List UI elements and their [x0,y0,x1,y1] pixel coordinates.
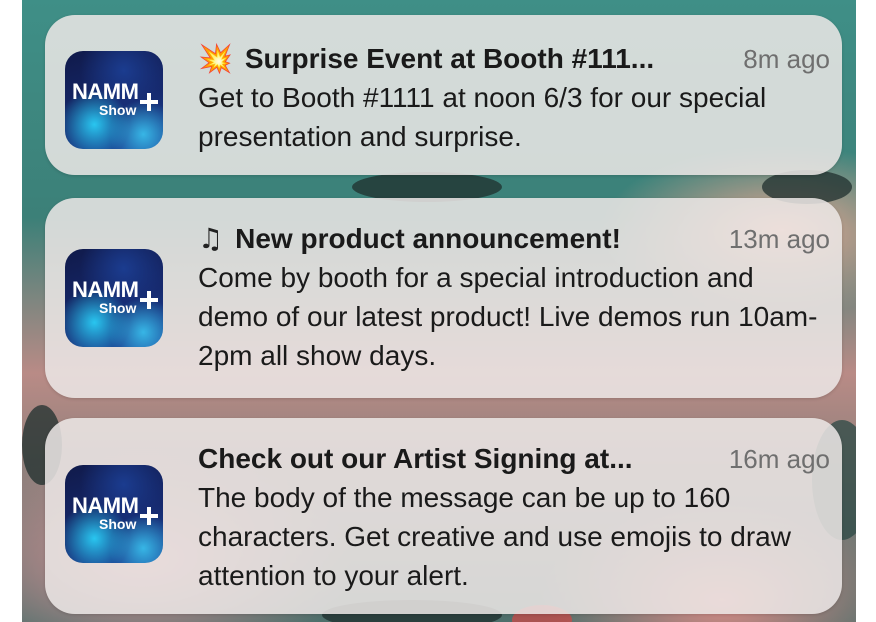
notification-title: Surprise Event at Booth #111... [244,43,655,74]
app-icon-word: NAMM [72,79,139,104]
app-icon-word: NAMM [72,493,139,518]
app-icon-sub: Show [99,300,137,316]
namm-show-app-icon: NAMM Show [65,51,163,149]
namm-show-app-icon: NAMM Show [65,249,163,347]
plus-icon [140,291,158,309]
notification-time: 13m ago [728,223,830,254]
notification-title: New product announcement! [235,223,621,254]
notification-header: ♫ New product announcement! 13m ago [198,222,830,256]
plus-icon [140,93,158,111]
namm-show-app-icon: NAMM Show [65,465,163,563]
notification-body: The body of the message can be up to 160… [198,482,791,591]
notification-title: Check out our Artist Signing at... [198,443,633,474]
lock-screen-background: NAMM Show 💥 Surprise Event at Booth #111… [22,0,856,622]
notification-time: 16m ago [728,443,830,474]
collision-emoji-icon: 💥 [198,42,233,75]
app-icon-word: NAMM [72,277,139,302]
notification-card[interactable]: NAMM Show 💥 Surprise Event at Booth #111… [45,15,842,175]
music-note-icon: ♫ [198,222,224,255]
app-icon-sub: Show [99,102,137,118]
notification-header: Check out our Artist Signing at... 16m a… [198,442,830,476]
notification-card[interactable]: NAMM Show ♫ New product announcement! 13… [45,198,842,398]
notification-header: 💥 Surprise Event at Booth #111... 8m ago [198,42,830,76]
notification-body: Get to Booth #1111 at noon 6/3 for our s… [198,82,767,152]
app-icon-sub: Show [99,516,137,532]
plus-icon [140,507,158,525]
notification-card[interactable]: NAMM Show Check out our Artist Signing a… [45,418,842,614]
notification-time: 8m ago [743,43,830,74]
notification-body: Come by booth for a special introduction… [198,262,818,371]
